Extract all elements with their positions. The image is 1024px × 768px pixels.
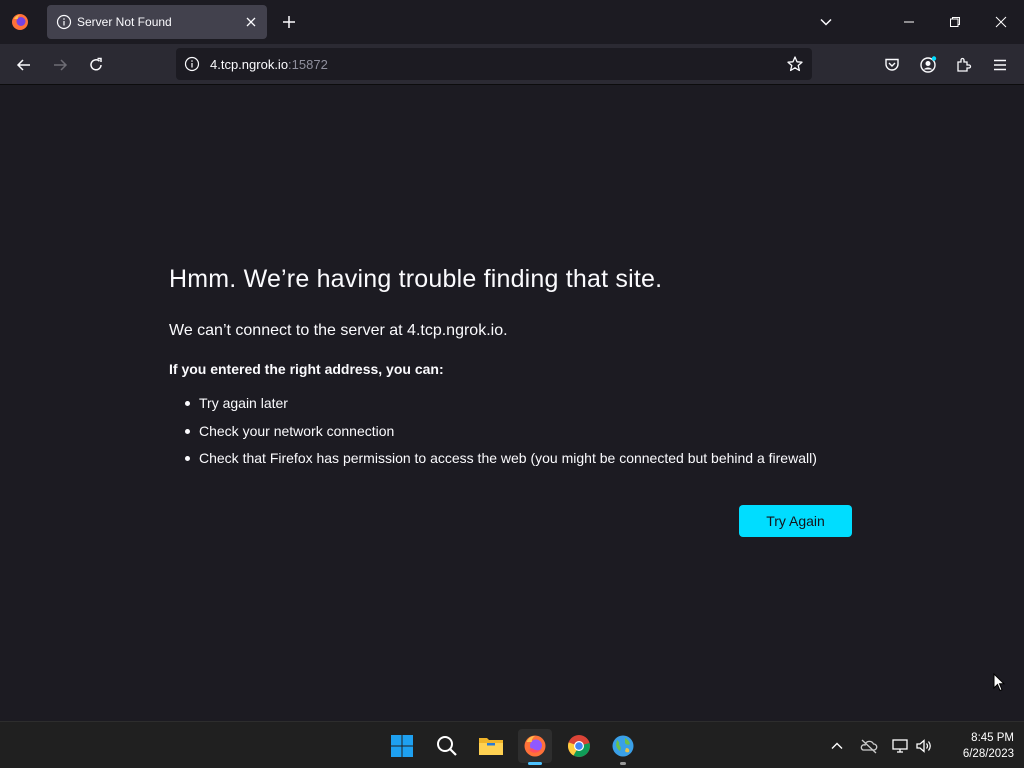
error-suggestions-list: Try again later Check your network conne… — [185, 395, 817, 478]
extensions-icon[interactable] — [955, 56, 973, 74]
forward-icon[interactable] — [51, 56, 69, 74]
new-tab-icon[interactable] — [281, 14, 297, 30]
info-icon — [56, 14, 72, 30]
pocket-icon[interactable] — [883, 56, 901, 74]
restore-button[interactable] — [932, 0, 978, 44]
tab-server-not-found[interactable]: Server Not Found — [47, 5, 267, 39]
error-suggestions-heading: If you entered the right address, you ca… — [169, 361, 444, 377]
active-app-indicator — [528, 762, 542, 765]
chrome-icon[interactable] — [562, 729, 596, 763]
try-again-button[interactable]: Try Again — [739, 505, 852, 537]
list-all-tabs-icon[interactable] — [818, 14, 834, 30]
onedrive-icon[interactable] — [860, 737, 878, 755]
windows-taskbar: 8:45 PM 6/28/2023 — [0, 721, 1024, 768]
running-app-indicator — [620, 762, 626, 765]
clock-date: 6/28/2023 — [962, 748, 1014, 760]
error-title: Hmm. We’re having trouble finding that s… — [169, 265, 663, 293]
search-icon[interactable] — [430, 729, 464, 763]
close-window-button[interactable] — [978, 0, 1024, 44]
url-bar[interactable]: 4.tcp.ngrok.io:15872 — [176, 48, 812, 80]
minimize-button[interactable] — [886, 0, 932, 44]
list-item: Check that Firefox has permission to acc… — [185, 450, 817, 478]
list-item: Check your network connection — [185, 423, 817, 451]
error-short-description: We can’t connect to the server at 4.tcp.… — [169, 322, 508, 339]
site-info-icon[interactable] — [184, 56, 200, 72]
tab-title: Server Not Found — [77, 15, 172, 29]
url-host: 4.tcp.ngrok.io — [210, 57, 289, 72]
file-explorer-icon[interactable] — [474, 729, 508, 763]
globe-app-icon[interactable] — [606, 729, 640, 765]
url-text[interactable]: 4.tcp.ngrok.io:15872 — [210, 57, 328, 72]
tab-strip: Server Not Found — [0, 0, 1024, 44]
system-clock[interactable]: 8:45 PM 6/28/2023 — [944, 730, 1014, 762]
bookmark-star-icon[interactable] — [786, 55, 804, 73]
mouse-cursor-icon — [993, 672, 1006, 692]
navigation-toolbar: 4.tcp.ngrok.io:15872 — [0, 44, 1024, 85]
close-tab-icon[interactable] — [243, 14, 259, 30]
url-port: :15872 — [288, 57, 328, 72]
show-hidden-icons-icon[interactable] — [828, 737, 846, 755]
reload-icon[interactable] — [87, 56, 105, 74]
list-item: Try again later — [185, 395, 817, 423]
start-icon[interactable] — [385, 729, 419, 763]
firefox-menu-icon[interactable] — [11, 13, 29, 31]
firefox-icon[interactable] — [518, 729, 552, 765]
account-icon[interactable] — [919, 56, 937, 74]
error-page: Hmm. We’re having trouble finding that s… — [0, 85, 1024, 721]
app-menu-icon[interactable] — [991, 56, 1009, 74]
volume-icon[interactable] — [915, 737, 933, 755]
network-icon[interactable] — [891, 737, 909, 755]
back-icon[interactable] — [15, 56, 33, 74]
clock-time: 8:45 PM — [971, 732, 1014, 744]
